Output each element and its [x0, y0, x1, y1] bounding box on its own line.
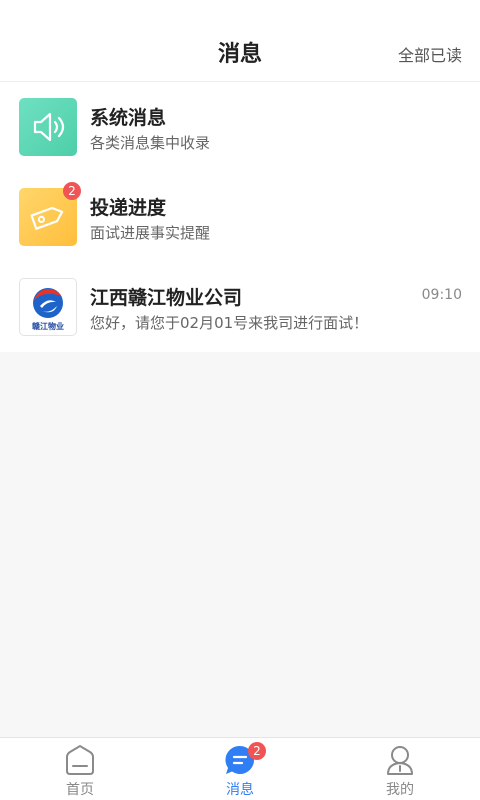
- tab-messages[interactable]: 2 消息: [160, 738, 320, 800]
- item-desc: 面试进展事实提醒: [90, 224, 211, 242]
- tab-home[interactable]: 首页: [0, 738, 160, 800]
- list-item-system[interactable]: 系统消息 各类消息集中收录: [0, 82, 480, 172]
- item-name: 投递进度: [90, 197, 167, 219]
- tab-label: 首页: [66, 782, 94, 798]
- item-desc: 您好，请您于02月01号来我司进行面试！: [90, 314, 369, 332]
- item-time: 09:10: [421, 287, 462, 303]
- speaker-icon: [19, 98, 77, 156]
- list-item-company[interactable]: 赣江物业 江西赣江物业公司 您好，请您于02月01号来我司进行面试！ 09:10: [0, 262, 480, 352]
- tab-label: 我的: [386, 782, 414, 798]
- mark-all-read-button[interactable]: 全部已读: [398, 42, 462, 66]
- home-icon: [64, 744, 96, 776]
- svg-text:赣江物业: 赣江物业: [32, 321, 64, 331]
- header: 消息 全部已读: [0, 0, 480, 82]
- company-logo: 赣江物业: [19, 278, 77, 336]
- item-name: 江西赣江物业公司: [90, 287, 243, 309]
- message-list: 系统消息 各类消息集中收录 投递进度 面试进展事实提醒 2 赣江物业 江西赣江物…: [0, 82, 480, 352]
- tab-label: 消息: [226, 782, 254, 798]
- item-desc: 各类消息集中收录: [90, 134, 211, 152]
- tab-unread-badge: 2: [248, 742, 266, 760]
- unread-badge: 2: [63, 182, 81, 200]
- tab-bar: 首页 2 消息 我的: [0, 737, 480, 800]
- item-name: 系统消息: [90, 107, 167, 129]
- tab-mine[interactable]: 我的: [320, 738, 480, 800]
- user-icon: [384, 744, 416, 776]
